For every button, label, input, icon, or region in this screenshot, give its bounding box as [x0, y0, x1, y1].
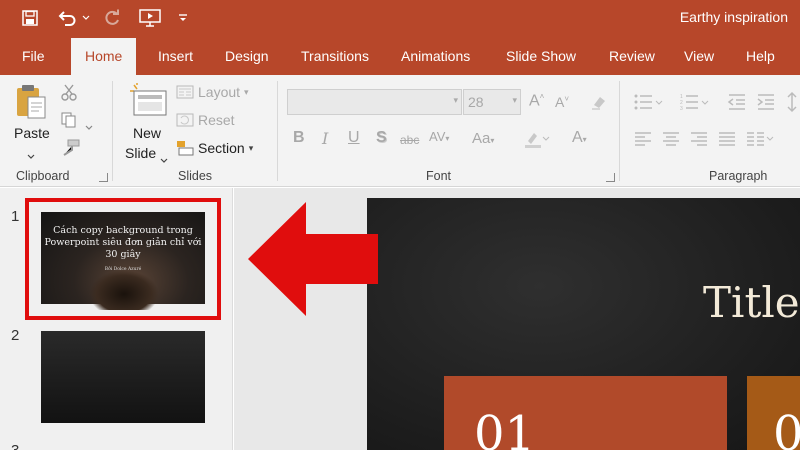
- slide-number: 3: [11, 442, 19, 450]
- section-dropdown-icon: ▾: [248, 142, 254, 153]
- tab-design[interactable]: Design: [211, 38, 283, 75]
- document-title: Earthy inspiration: [679, 9, 788, 25]
- content-card-2[interactable]: 0: [747, 376, 800, 450]
- align-center-icon: [662, 131, 680, 152]
- text-direction-icon: [784, 91, 800, 118]
- font-size-box: 28 ▾: [463, 89, 521, 115]
- font-name-box: ▾: [287, 89, 462, 115]
- strikethrough-icon: abc: [400, 133, 420, 147]
- font-launcher-icon[interactable]: [606, 173, 615, 182]
- increase-font-size-icon: A˄: [529, 92, 545, 110]
- increase-indent-icon: [756, 93, 776, 116]
- card-number: 0: [773, 406, 800, 450]
- align-right-icon: [690, 131, 708, 152]
- change-case-icon: Aa▾: [472, 130, 495, 147]
- paste-dropdown-icon[interactable]: [27, 147, 35, 165]
- cut-icon: [60, 83, 78, 106]
- new-slide-label-2[interactable]: Slide: [125, 145, 156, 161]
- svg-text:3: 3: [680, 106, 683, 111]
- tab-view[interactable]: View: [670, 38, 728, 75]
- slides-group-label: Slides: [178, 169, 213, 183]
- tab-slide-show[interactable]: Slide Show: [492, 38, 590, 75]
- clipboard-group-label: Clipboard: [16, 169, 70, 183]
- font-group-label: Font: [426, 169, 452, 183]
- section-button[interactable]: Section ▾: [176, 140, 253, 156]
- justify-icon: [718, 131, 736, 152]
- shadow-icon: S: [376, 129, 387, 146]
- clear-formatting-icon: [590, 93, 608, 116]
- layout-label: Layout: [198, 84, 241, 100]
- format-painter-icon[interactable]: [60, 139, 80, 162]
- numbering-icon: 123: [680, 93, 710, 116]
- columns-icon: [746, 131, 776, 152]
- save-icon[interactable]: [18, 5, 42, 31]
- new-slide-dropdown-icon[interactable]: [160, 151, 168, 169]
- undo-icon[interactable]: [54, 5, 80, 31]
- slide-thumbnail-2[interactable]: [41, 331, 205, 423]
- ribbon-home: Paste Clipboard New Slide Layout ▾ Reset…: [0, 75, 800, 187]
- title-bar: Earthy inspiration: [0, 0, 800, 38]
- card-number: 01: [474, 406, 536, 450]
- paste-icon[interactable]: [14, 83, 48, 126]
- slide-number: 2: [11, 327, 20, 344]
- separator: [619, 81, 620, 181]
- customize-qat-icon[interactable]: [176, 5, 190, 31]
- tab-transitions[interactable]: Transitions: [287, 38, 383, 75]
- tab-animations[interactable]: Animations: [387, 38, 484, 75]
- italic-icon: I: [322, 129, 329, 148]
- paragraph-group-label: Paragraph: [709, 169, 768, 183]
- reset-button: Reset: [176, 112, 235, 128]
- separator: [277, 81, 278, 181]
- font-size-dropdown-icon: ▾: [512, 95, 517, 105]
- tab-review[interactable]: Review: [595, 38, 669, 75]
- font-size-value: 28: [468, 94, 484, 110]
- reset-label: Reset: [198, 112, 235, 128]
- tab-file[interactable]: File: [8, 38, 59, 75]
- decrease-font-size-icon: A˅: [555, 94, 570, 110]
- align-left-icon: [634, 131, 652, 152]
- paste-button[interactable]: Paste: [14, 125, 50, 141]
- red-arrow-annotation: [246, 200, 382, 323]
- separator: [112, 81, 113, 181]
- powerpoint-window: Earthy inspiration File Home Insert Desi…: [0, 0, 800, 450]
- section-label: Section: [198, 140, 245, 156]
- start-from-beginning-icon[interactable]: [136, 5, 164, 31]
- layout-button: Layout ▾: [176, 84, 249, 100]
- tab-insert[interactable]: Insert: [144, 38, 207, 75]
- tab-home[interactable]: Home: [71, 38, 137, 75]
- decrease-indent-icon: [727, 93, 747, 116]
- highlight-color-icon: [524, 129, 550, 154]
- new-slide-label[interactable]: New: [133, 125, 161, 141]
- undo-dropdown-icon[interactable]: [81, 5, 91, 31]
- redo-icon: [100, 5, 124, 31]
- tab-help[interactable]: Help: [732, 38, 789, 75]
- selection-highlight: [25, 198, 221, 320]
- new-slide-icon[interactable]: [128, 83, 168, 122]
- slide-number: 1: [11, 208, 20, 225]
- content-card-1[interactable]: 01: [444, 376, 727, 450]
- bullets-icon: [634, 93, 664, 116]
- copy-dropdown-icon[interactable]: [85, 118, 93, 136]
- layout-dropdown-icon: ▾: [244, 86, 249, 97]
- font-color-icon: A▾: [572, 129, 587, 146]
- clipboard-launcher-icon[interactable]: [99, 173, 108, 182]
- character-spacing-icon: AV▾: [429, 129, 450, 144]
- font-name-dropdown-icon: ▾: [453, 95, 458, 105]
- bold-icon: B: [293, 129, 305, 146]
- slide-title-placeholder[interactable]: Title: [703, 278, 800, 327]
- copy-icon[interactable]: [60, 111, 78, 134]
- underline-icon: U: [348, 129, 360, 146]
- ribbon-tabs: File Home Insert Design Transitions Anim…: [0, 38, 800, 75]
